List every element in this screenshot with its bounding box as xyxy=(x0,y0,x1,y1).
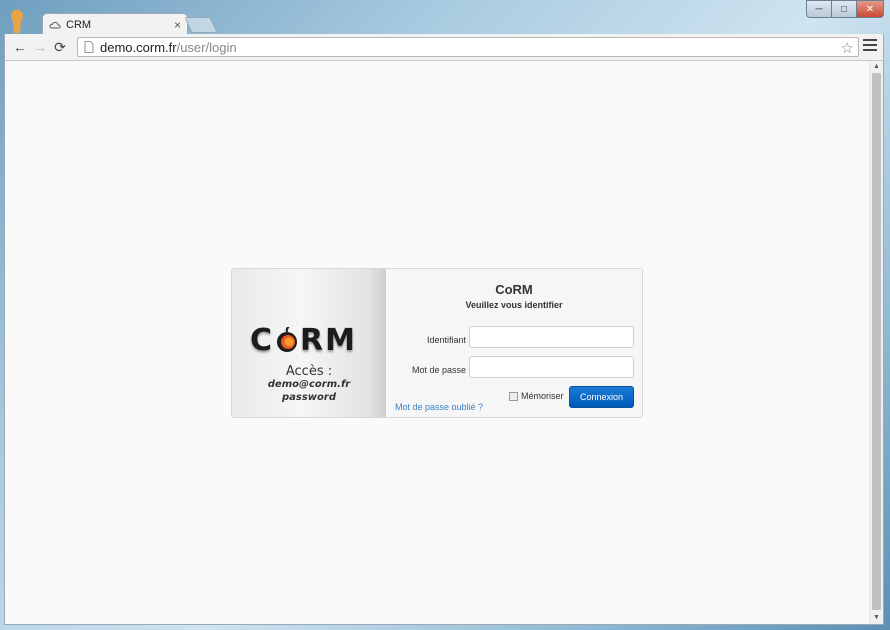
title-bar: CRM × ─ □ ✕ xyxy=(0,0,890,35)
reload-icon[interactable]: ⟳ xyxy=(51,38,69,56)
login-box: C RM Accès : demo@corm.fr password CoRM … xyxy=(231,268,643,418)
tab-crm[interactable]: CRM × xyxy=(42,13,188,35)
close-window-button[interactable]: ✕ xyxy=(856,0,884,18)
username-label: Identifiant xyxy=(426,335,466,345)
maximize-button[interactable]: □ xyxy=(831,0,857,18)
brand-panel: C RM Accès : demo@corm.fr password xyxy=(232,269,386,417)
new-tab-button[interactable] xyxy=(184,17,218,33)
minimize-button[interactable]: ─ xyxy=(806,0,832,18)
back-icon[interactable]: ← xyxy=(11,38,29,56)
password-input[interactable] xyxy=(469,356,634,378)
remember-me[interactable]: Mémoriser xyxy=(509,391,564,401)
access-title: Accès : xyxy=(285,364,333,379)
remember-label: Mémoriser xyxy=(521,391,564,401)
browser-toolbar: ← → ⟳ demo.corm.fr/user/login ☆ xyxy=(4,34,884,60)
address-bar[interactable]: demo.corm.fr/user/login ☆ xyxy=(77,37,859,57)
forgot-password-link[interactable]: Mot de passe oublié ? xyxy=(395,402,483,412)
tab-title: CRM xyxy=(66,18,92,31)
remember-checkbox[interactable] xyxy=(509,391,518,401)
bookmark-star-icon[interactable]: ☆ xyxy=(841,39,854,57)
apple-logo-icon xyxy=(277,327,298,352)
tab-close-icon[interactable]: × xyxy=(174,18,181,32)
demo-password: password xyxy=(281,392,336,403)
scrollbar[interactable]: ▲ ▼ xyxy=(869,61,883,624)
corm-logo: C RM xyxy=(250,322,357,358)
demo-email: demo@corm.fr xyxy=(267,379,351,390)
page-icon xyxy=(84,41,94,53)
scroll-up-icon[interactable]: ▲ xyxy=(870,61,883,73)
browser-window: CRM × ─ □ ✕ ← → ⟳ demo.corm.fr/user/logi… xyxy=(0,0,890,630)
username-input[interactable] xyxy=(469,326,634,348)
cloud-icon xyxy=(49,21,61,28)
scroll-down-icon[interactable]: ▼ xyxy=(870,612,883,624)
logo-letter-c: C xyxy=(250,322,275,358)
login-form: CoRM Veuillez vous identifier Identifian… xyxy=(386,269,642,417)
url-path: /user/login xyxy=(176,39,237,55)
page-viewport: C RM Accès : demo@corm.fr password CoRM … xyxy=(4,60,884,625)
forward-icon[interactable]: → xyxy=(31,38,49,56)
profile-icon[interactable] xyxy=(10,9,24,33)
login-button[interactable]: Connexion xyxy=(569,386,634,408)
form-subtitle: Veuillez vous identifier xyxy=(465,300,563,310)
menu-icon[interactable] xyxy=(863,39,877,53)
url-host: demo.corm.fr xyxy=(100,39,177,55)
scroll-thumb[interactable] xyxy=(872,73,881,610)
logo-letters-rm: RM xyxy=(300,322,357,358)
password-label: Mot de passe xyxy=(411,365,466,375)
form-title: CoRM xyxy=(495,282,533,297)
